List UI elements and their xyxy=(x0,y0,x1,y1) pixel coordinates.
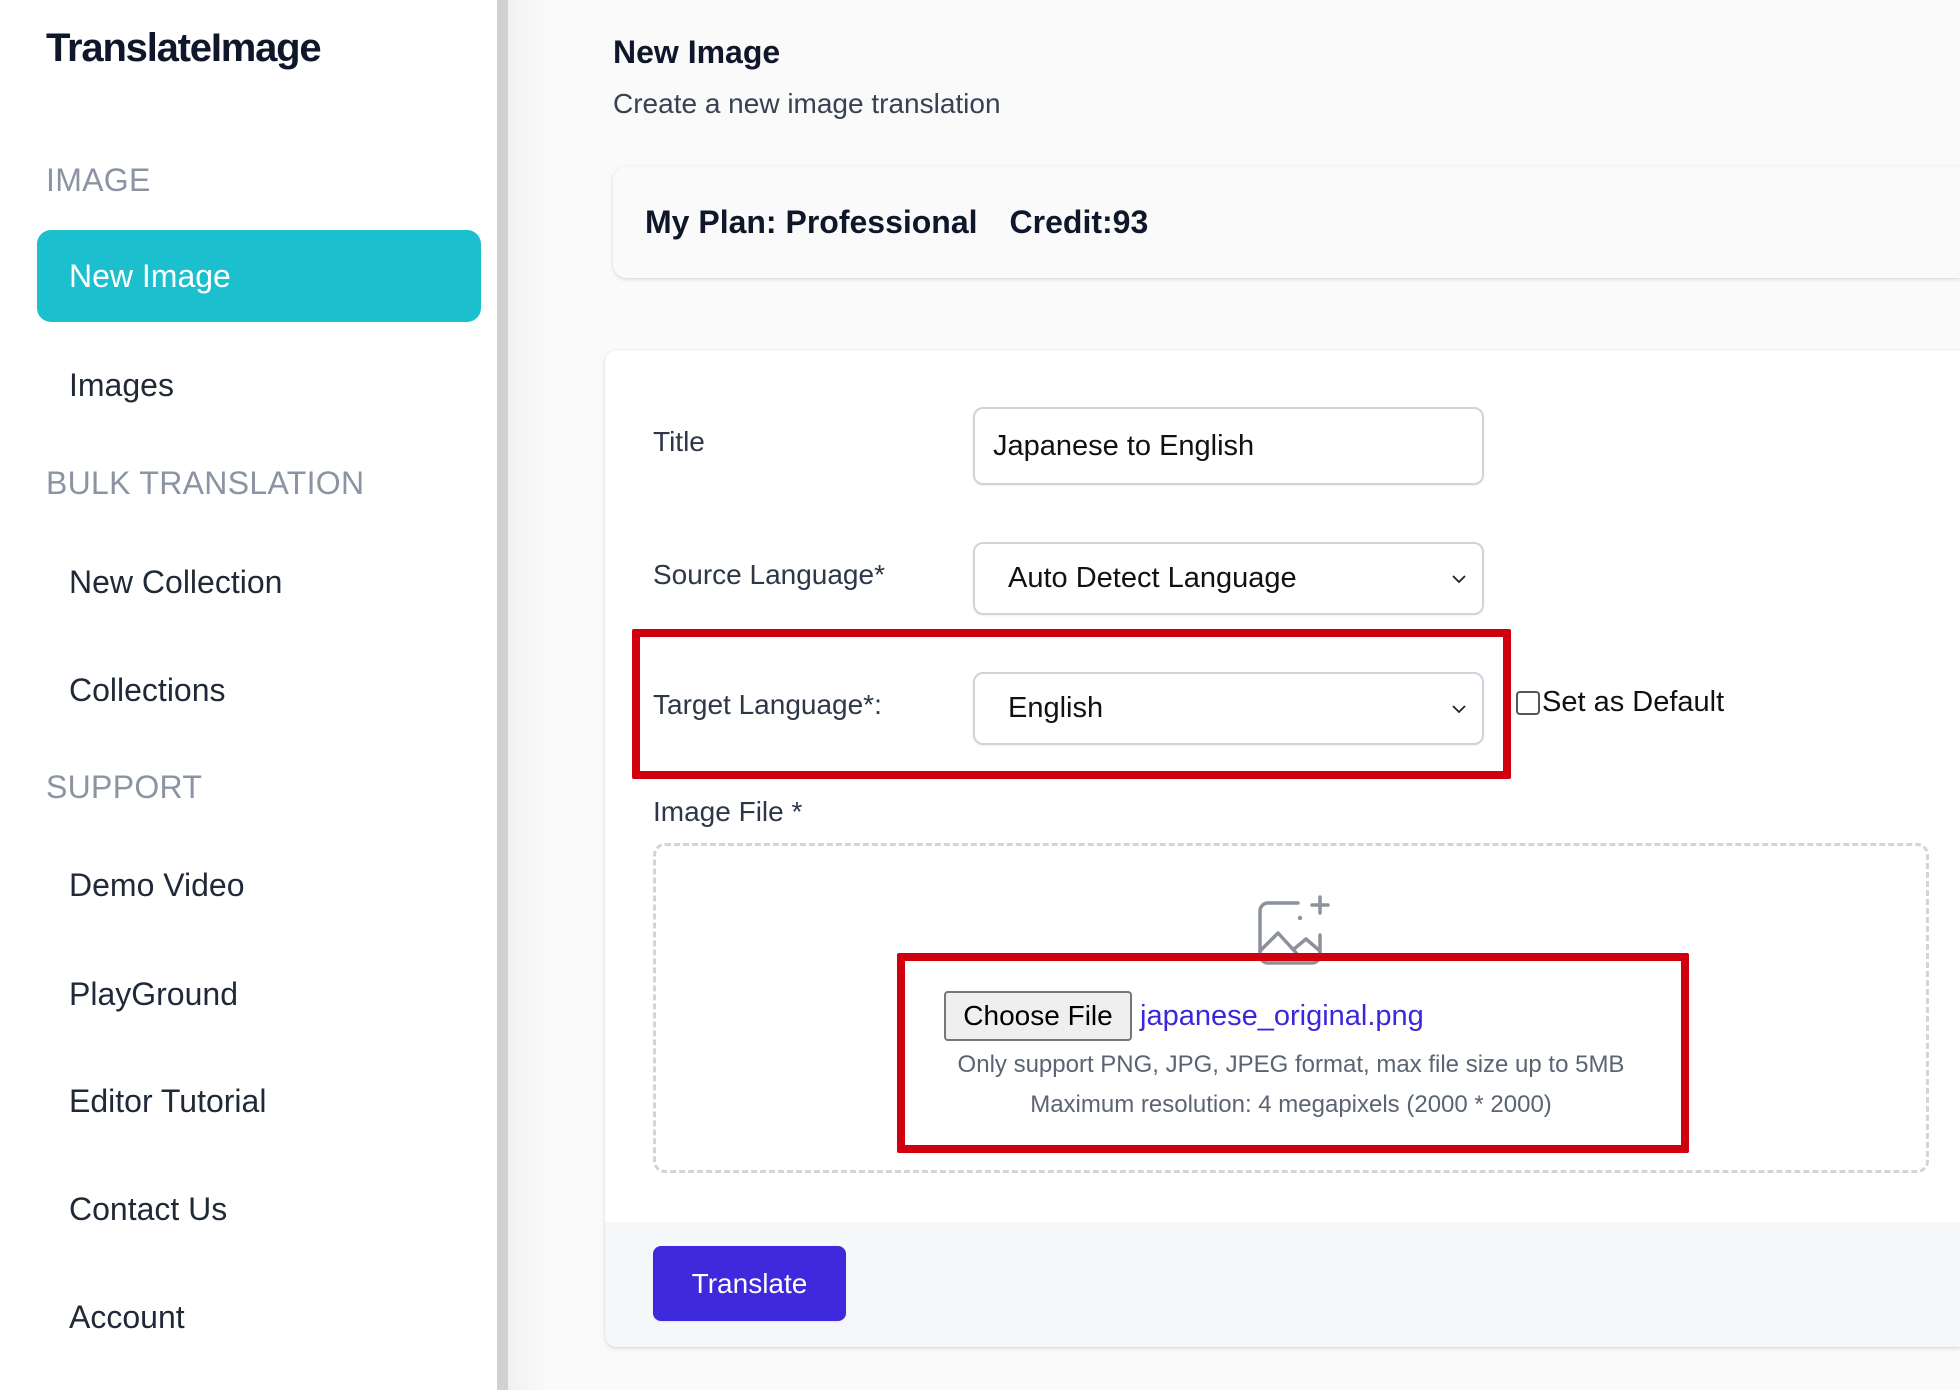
sidebar-item-demo-video[interactable]: Demo Video xyxy=(37,839,481,931)
file-input[interactable]: Choose File japanese_original.png xyxy=(944,991,1424,1041)
sidebar-item-label: New Collection xyxy=(69,563,283,600)
chevron-down-icon xyxy=(1452,575,1466,584)
set-as-default-checkbox[interactable] xyxy=(1516,690,1540,715)
image-add-icon xyxy=(1258,895,1330,965)
source-language-label: Source Language* xyxy=(653,559,885,590)
sidebar-section-image: IMAGE xyxy=(46,162,151,198)
sidebar-item-label: Contact Us xyxy=(69,1190,228,1227)
app-logo[interactable]: TranslateImage xyxy=(46,26,322,71)
image-file-label: Image File * xyxy=(653,796,803,827)
page-title: New Image xyxy=(613,34,781,70)
sidebar-item-contact-us[interactable]: Contact Us xyxy=(37,1163,481,1255)
sidebar-section-support: SUPPORT xyxy=(46,769,203,805)
sidebar-divider[interactable] xyxy=(497,0,508,1390)
sidebar-item-label: Images xyxy=(69,366,174,403)
chevron-down-icon xyxy=(1452,705,1466,714)
sidebar-item-new-collection[interactable]: New Collection xyxy=(37,536,481,628)
selected-file-name: japanese_original.png xyxy=(1140,999,1424,1032)
sidebar-item-label: Demo Video xyxy=(69,866,245,903)
sidebar-item-collections[interactable]: Collections xyxy=(37,644,481,736)
sidebar-item-images[interactable]: Images xyxy=(37,339,481,431)
format-hint: Only support PNG, JPG, JPEG format, max … xyxy=(957,1051,1625,1078)
title-input[interactable] xyxy=(973,407,1484,485)
sidebar-section-bulk-translation: BULK TRANSLATION xyxy=(46,465,365,501)
page-subtitle: Create a new image translation xyxy=(613,88,1001,119)
title-label: Title xyxy=(653,426,705,457)
sidebar-item-account[interactable]: Account xyxy=(37,1271,481,1363)
target-language-select[interactable]: English xyxy=(973,672,1484,745)
sidebar-item-playground[interactable]: PlayGround xyxy=(37,948,481,1040)
target-language-value: English xyxy=(1008,692,1104,724)
sidebar: TranslateImage IMAGE New Image Images BU… xyxy=(0,0,497,1390)
plan-card: My Plan: Professional Credit:93 xyxy=(613,166,1960,278)
set-as-default-toggle[interactable]: Set as Default xyxy=(1516,686,1724,719)
target-language-label: Target Language*: xyxy=(653,689,882,720)
sidebar-shadow xyxy=(508,0,548,1390)
sidebar-item-label: Collections xyxy=(69,671,226,708)
set-as-default-label: Set as Default xyxy=(1542,686,1725,718)
credit-count: Credit:93 xyxy=(1009,203,1149,240)
sidebar-item-label: Editor Tutorial xyxy=(69,1082,267,1119)
source-language-value: Auto Detect Language xyxy=(1008,562,1297,594)
plan-name: My Plan: Professional xyxy=(645,203,978,240)
resolution-hint: Maximum resolution: 4 megapixels (2000 *… xyxy=(1030,1091,1552,1118)
sidebar-item-label: Account xyxy=(69,1298,185,1335)
sidebar-item-label: PlayGround xyxy=(69,975,238,1012)
sidebar-item-label: New Image xyxy=(69,257,231,294)
sidebar-item-new-image[interactable]: New Image xyxy=(37,230,481,322)
translate-button[interactable]: Translate xyxy=(653,1246,846,1321)
source-language-select[interactable]: Auto Detect Language xyxy=(973,542,1484,615)
choose-file-button[interactable]: Choose File xyxy=(944,991,1132,1041)
sidebar-item-editor-tutorial[interactable]: Editor Tutorial xyxy=(37,1055,481,1147)
